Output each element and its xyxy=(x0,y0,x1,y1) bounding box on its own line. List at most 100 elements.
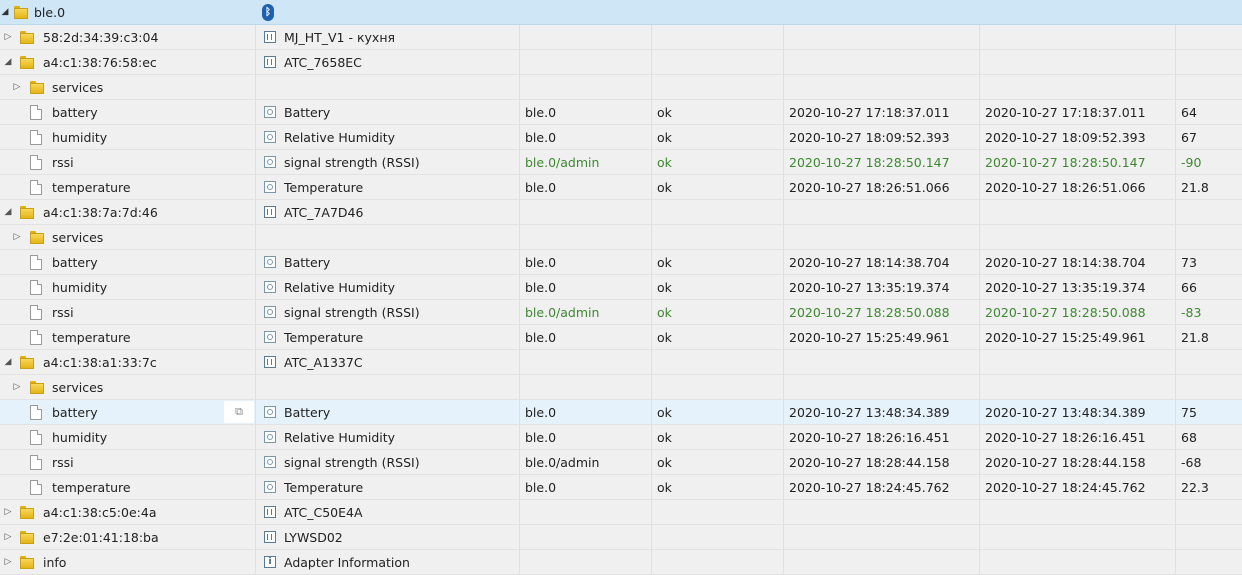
from-cell: ble.0 xyxy=(519,100,651,124)
state-id: battery xyxy=(52,105,98,120)
tree-row-state[interactable]: rssi signal strength (RSSI) ble.0/admin ok 2… xyxy=(0,300,1242,325)
tree-row-services[interactable]: ▷ services xyxy=(0,225,1242,250)
empty-cell xyxy=(1175,525,1242,549)
tree-row-info[interactable]: ▷ info i Adapter Information xyxy=(0,550,1242,575)
quality-cell-text: ok xyxy=(657,330,672,345)
tree-row-state[interactable]: battery Battery ble.0 ok 2020-10-27 17:18:37… xyxy=(0,100,1242,125)
tree-row-state[interactable]: humidity Relative Humidity ble.0 ok 2020-10-… xyxy=(0,125,1242,150)
expand-arrow-icon[interactable]: ▷ xyxy=(3,25,13,49)
empty-cell xyxy=(651,350,783,374)
tree-row-state[interactable]: temperature Temperature ble.0 ok 2020-10-27 … xyxy=(0,475,1242,500)
state-icon xyxy=(264,481,276,493)
folder-icon xyxy=(20,531,34,544)
file-icon xyxy=(30,105,42,120)
tree-row-device[interactable]: ◢ a4:c1:38:76:58:ec ATC_7658EC xyxy=(0,50,1242,75)
device-icon xyxy=(264,31,276,43)
collapse-arrow-icon[interactable]: ◢ xyxy=(3,200,13,224)
state-id: rssi xyxy=(52,455,74,470)
name-cell: Battery xyxy=(255,250,519,274)
device-name: MJ_HT_V1 - кухня xyxy=(284,30,396,45)
from-cell: ble.0 xyxy=(519,325,651,349)
tree-row-state[interactable]: rssi signal strength (RSSI) ble.0/admin ok 2… xyxy=(0,450,1242,475)
name-cell: LYWSD02 xyxy=(255,525,519,549)
tree-row-state[interactable]: battery ⧉ Battery ble.0 ok 2020-10-27 13:48:3… xyxy=(0,400,1242,425)
device-id: 58:2d:34:39:c3:04 xyxy=(43,30,159,45)
name-cell: Temperature xyxy=(255,475,519,499)
quality-cell: ok xyxy=(651,475,783,499)
tree-row-services[interactable]: ▷ services xyxy=(0,75,1242,100)
empty-cell xyxy=(979,350,1175,374)
tree-row-state[interactable]: battery Battery ble.0 ok 2020-10-27 18:14:38… xyxy=(0,250,1242,275)
empty-cell xyxy=(783,75,979,99)
state-icon xyxy=(264,281,276,293)
collapse-arrow-icon[interactable]: ◢ xyxy=(3,50,13,74)
from-cell-text: ble.0/admin xyxy=(525,155,600,170)
expand-arrow-icon[interactable]: ▷ xyxy=(3,525,13,549)
value-cell-text: 21.8 xyxy=(1181,330,1209,345)
value-cell-text: 21.8 xyxy=(1181,180,1209,195)
quality-cell-text: ok xyxy=(657,455,672,470)
empty-cell xyxy=(783,350,979,374)
expand-arrow-icon[interactable]: ▷ xyxy=(12,375,22,399)
device-name: ATC_A1337C xyxy=(284,355,363,370)
tree-row-device[interactable]: ▷ a4:c1:38:c5:0e:4a ATC_C50E4A xyxy=(0,500,1242,525)
id-cell: humidity xyxy=(0,425,255,449)
state-name: Battery xyxy=(284,255,331,270)
empty-cell xyxy=(1175,500,1242,524)
state-icon xyxy=(264,456,276,468)
expand-arrow-icon[interactable]: ▷ xyxy=(12,225,22,249)
value-cell: 75 xyxy=(1175,400,1242,424)
id-cell: rssi xyxy=(0,300,255,324)
folder-icon xyxy=(20,31,34,44)
tree-row-device[interactable]: ◢ a4:c1:38:7a:7d:46 ATC_7A7D46 xyxy=(0,200,1242,225)
last-change-cell: 2020-10-27 15:25:49.961 xyxy=(979,325,1175,349)
quality-cell-text: ok xyxy=(657,430,672,445)
tree-row-state[interactable]: temperature Temperature ble.0 ok 2020-10-27 … xyxy=(0,175,1242,200)
empty-cell xyxy=(651,50,783,74)
folder-icon xyxy=(20,556,34,569)
tree-row-device[interactable]: ◢ a4:c1:38:a1:33:7c ATC_A1337C xyxy=(0,350,1242,375)
tree-row-device[interactable]: ▷ e7:2e:01:41:18:ba LYWSD02 xyxy=(0,525,1242,550)
file-icon xyxy=(30,405,42,420)
value-cell-text: 75 xyxy=(1181,405,1197,420)
value-cell-text: 66 xyxy=(1181,280,1197,295)
from-cell: ble.0 xyxy=(519,425,651,449)
empty-cell xyxy=(519,200,651,224)
folder-icon xyxy=(30,231,44,244)
collapse-arrow-icon[interactable]: ◢ xyxy=(0,0,10,24)
empty-cell xyxy=(651,500,783,524)
timestamp-cell: 2020-10-27 18:26:16.451 xyxy=(783,425,979,449)
last-change-cell-text: 2020-10-27 18:14:38.704 xyxy=(985,255,1146,270)
empty-cell xyxy=(783,375,979,399)
copy-icon[interactable]: ⧉ xyxy=(224,401,254,423)
services-label: services xyxy=(52,380,104,395)
timestamp-cell: 2020-10-27 18:14:38.704 xyxy=(783,250,979,274)
tree-row-services[interactable]: ▷ services xyxy=(0,375,1242,400)
tree-row-root[interactable]: ◢ ble.0 ᛒ xyxy=(0,0,1242,25)
value-cell: 21.8 xyxy=(1175,175,1242,199)
last-change-cell-text: 2020-10-27 18:09:52.393 xyxy=(985,130,1146,145)
state-name: Battery xyxy=(284,405,331,420)
tree-row-state[interactable]: humidity Relative Humidity ble.0 ok 2020-10-… xyxy=(0,425,1242,450)
tree-row-state[interactable]: rssi signal strength (RSSI) ble.0/admin ok 2… xyxy=(0,150,1242,175)
name-cell: ATC_7658EC xyxy=(255,50,519,74)
tree-row-state[interactable]: temperature Temperature ble.0 ok 2020-10-27 … xyxy=(0,325,1242,350)
from-cell: ble.0/admin xyxy=(519,300,651,324)
id-cell: temperature xyxy=(0,475,255,499)
quality-cell-text: ok xyxy=(657,130,672,145)
last-change-cell-text: 2020-10-27 15:25:49.961 xyxy=(985,330,1146,345)
value-cell: 22.3 xyxy=(1175,475,1242,499)
expand-arrow-icon[interactable]: ▷ xyxy=(12,75,22,99)
last-change-cell: 2020-10-27 18:28:50.088 xyxy=(979,300,1175,324)
timestamp-cell: 2020-10-27 13:35:19.374 xyxy=(783,275,979,299)
expand-arrow-icon[interactable]: ▷ xyxy=(3,550,13,574)
expand-arrow-icon[interactable]: ▷ xyxy=(3,500,13,524)
timestamp-cell-text: 2020-10-27 18:28:44.158 xyxy=(789,455,950,470)
from-cell-text: ble.0/admin xyxy=(525,305,600,320)
from-cell-text: ble.0 xyxy=(525,180,557,195)
tree-row-device[interactable]: ▷ 58:2d:34:39:c3:04 MJ_HT_V1 - кухня xyxy=(0,25,1242,50)
collapse-arrow-icon[interactable]: ◢ xyxy=(3,350,13,374)
empty-cell xyxy=(519,550,651,574)
tree-row-state[interactable]: humidity Relative Humidity ble.0 ok 2020-10-… xyxy=(0,275,1242,300)
id-cell: ◢ a4:c1:38:7a:7d:46 xyxy=(0,200,255,224)
